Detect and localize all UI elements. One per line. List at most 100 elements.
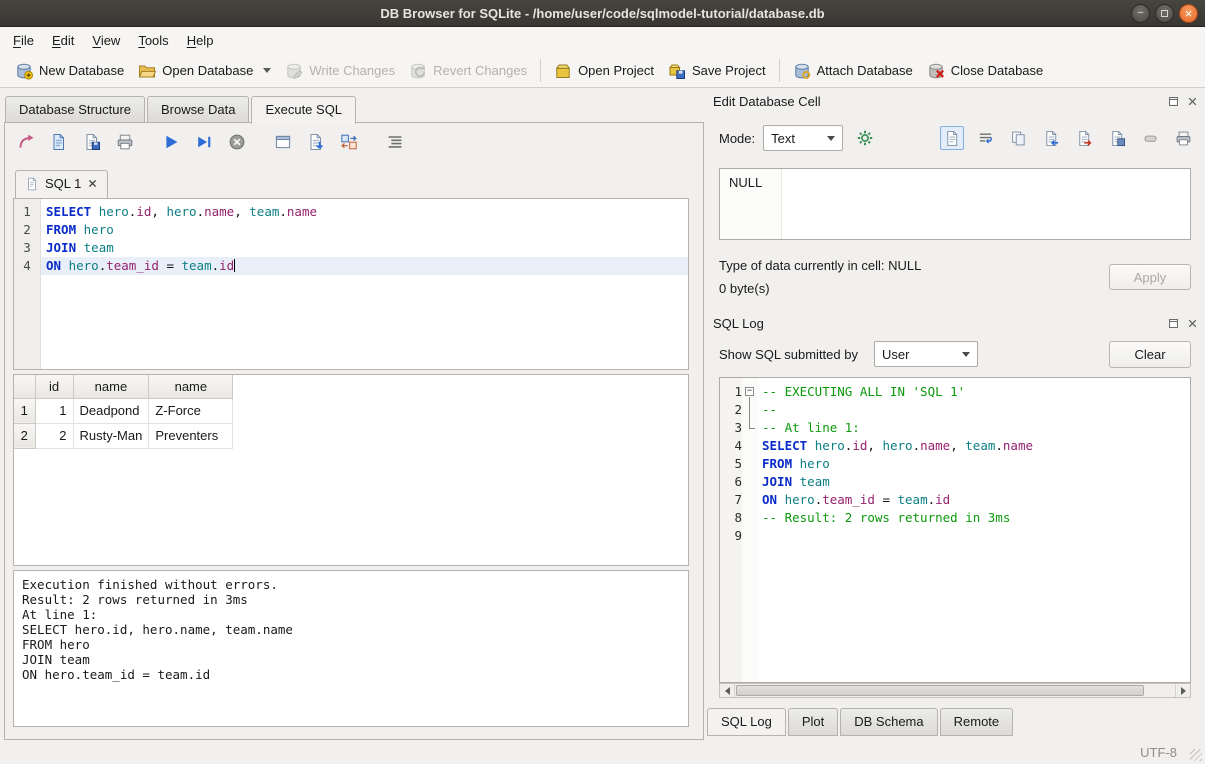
menu-view[interactable]: View (83, 29, 129, 52)
log-line: -- Result: 2 rows returned in 3ms (758, 509, 1190, 527)
apply-button[interactable]: Apply (1109, 264, 1191, 290)
bottom-tab-remote[interactable]: Remote (940, 708, 1014, 736)
tab-browse-data[interactable]: Browse Data (147, 96, 249, 123)
scrollbar-track[interactable] (1145, 684, 1175, 697)
sql-log-title: SQL Log (713, 316, 1161, 331)
toolbar-save-project[interactable]: Save Project (661, 58, 773, 84)
log-line: -- (758, 401, 1190, 419)
menu-edit[interactable]: Edit (43, 29, 83, 52)
copy-button[interactable] (1006, 126, 1030, 150)
editor-line[interactable]: SELECT hero.id, hero.name, team.name (41, 203, 688, 221)
tab-close-icon[interactable] (87, 178, 98, 189)
new-window-button[interactable] (270, 129, 296, 155)
cell-icon-row (940, 126, 1195, 150)
toolbar-open-project[interactable]: Open Project (547, 58, 661, 84)
table-cell[interactable]: 2 (35, 423, 73, 448)
sql-tab[interactable]: SQL 1 (15, 170, 108, 198)
panel-close-icon[interactable] (1186, 317, 1199, 330)
menu-help[interactable]: Help (178, 29, 223, 52)
execute-all-icon (162, 133, 180, 151)
editor-line[interactable]: JOIN team (41, 239, 688, 257)
export-button[interactable] (1072, 126, 1096, 150)
editor-code[interactable]: SELECT hero.id, hero.name, team.nameFROM… (41, 199, 688, 369)
save-results-icon (307, 133, 325, 151)
chevron-down-icon (962, 352, 970, 357)
import-button[interactable] (1039, 126, 1063, 150)
toolbar-close-database[interactable]: Close Database (920, 58, 1051, 84)
sql-log-view[interactable]: 123456789 − -- EXECUTING ALL IN 'SQL 1'-… (719, 377, 1191, 683)
sql-log-header: SQL Log (713, 316, 1199, 331)
toolbar-new-database[interactable]: New Database (8, 58, 131, 84)
apply-format-button[interactable] (851, 125, 879, 151)
table-cell[interactable]: 1 (35, 398, 73, 423)
print-cell-button[interactable] (1171, 126, 1195, 150)
editor-line[interactable]: FROM hero (41, 221, 688, 239)
dropdown-arrow-icon[interactable] (263, 68, 271, 73)
scroll-right-icon[interactable] (1175, 684, 1190, 697)
bottom-tab-plot[interactable]: Plot (788, 708, 838, 736)
table-row[interactable]: 11DeadpondZ-Force (14, 398, 233, 423)
stop-button[interactable] (224, 129, 250, 155)
save-as-button[interactable] (1105, 126, 1129, 150)
undock-icon[interactable] (1167, 95, 1180, 108)
save-file-button[interactable] (79, 129, 105, 155)
maximize-button[interactable] (1155, 4, 1174, 23)
editor-line-numbers: 1234 (14, 199, 41, 369)
cell-editor[interactable]: NULL (719, 168, 1191, 240)
row-number[interactable]: 1 (14, 398, 35, 423)
tab-execute-sql[interactable]: Execute SQL (251, 96, 356, 124)
menu-file[interactable]: File (4, 29, 43, 52)
fold-toggle-icon[interactable]: − (745, 387, 754, 396)
tab-database-structure[interactable]: Database Structure (5, 96, 145, 123)
submitter-select[interactable]: User (874, 341, 978, 367)
open-file-button[interactable] (46, 129, 72, 155)
mode-select[interactable]: Text (763, 125, 843, 151)
write-changes-icon (285, 62, 303, 80)
scroll-left-icon[interactable] (720, 684, 735, 697)
right-panel: Edit Database Cell Mode: Text NULL T (707, 88, 1205, 740)
table-cell[interactable]: Rusty-Man (73, 423, 149, 448)
toolbar-attach-database[interactable]: Attach Database (786, 58, 920, 84)
save-as-icon (1109, 130, 1126, 147)
editor-line[interactable]: ON hero.team_id = team.id (41, 257, 688, 275)
submitter-value: User (882, 347, 909, 362)
log-line: JOIN team (758, 473, 1190, 491)
minimize-button[interactable]: − (1131, 4, 1150, 23)
close-button[interactable]: × (1179, 4, 1198, 23)
clear-button[interactable]: Clear (1109, 341, 1191, 368)
bottom-tab-sql-log[interactable]: SQL Log (707, 708, 786, 736)
log-line: -- At line 1: (758, 419, 1190, 437)
save-results-button[interactable] (303, 129, 329, 155)
menu-tools[interactable]: Tools (129, 29, 177, 52)
open-in-tab-button[interactable] (13, 129, 39, 155)
auto-format-button[interactable] (382, 129, 408, 155)
horizontal-scrollbar[interactable] (719, 683, 1191, 698)
panel-close-icon[interactable] (1186, 95, 1199, 108)
table-cell[interactable]: Z-Force (149, 398, 233, 423)
find-replace-button[interactable] (336, 129, 362, 155)
word-wrap-button[interactable] (973, 126, 997, 150)
table-row[interactable]: 22Rusty-ManPreventers (14, 423, 233, 448)
window-title: DB Browser for SQLite - /home/user/code/… (0, 6, 1205, 21)
undock-icon[interactable] (1167, 317, 1180, 330)
table-cell[interactable]: Preventers (149, 423, 233, 448)
bottom-tab-db-schema[interactable]: DB Schema (840, 708, 937, 736)
text-view-button[interactable] (940, 126, 964, 150)
titlebar[interactable]: DB Browser for SQLite - /home/user/code/… (0, 0, 1205, 27)
execute-current-line-button[interactable] (191, 129, 217, 155)
sql-editor[interactable]: 1234 SELECT hero.id, hero.name, team.nam… (13, 198, 689, 370)
results-grid[interactable]: idnamename11DeadpondZ-Force22Rusty-ManPr… (13, 374, 689, 566)
log-code: -- EXECUTING ALL IN 'SQL 1'---- At line … (758, 378, 1190, 682)
print-button[interactable] (112, 129, 138, 155)
set-null-button[interactable] (1138, 126, 1162, 150)
copy-icon (1010, 130, 1027, 147)
execution-log[interactable]: Execution finished without errors. Resul… (13, 570, 689, 727)
toolbar-open-database[interactable]: Open Database (131, 58, 278, 84)
table-cell[interactable]: Deadpond (73, 398, 149, 423)
row-number[interactable]: 2 (14, 423, 35, 448)
column-header[interactable]: id (35, 375, 73, 398)
execute-all-button[interactable] (158, 129, 184, 155)
column-header[interactable]: name (73, 375, 149, 398)
scrollbar-thumb[interactable] (736, 685, 1144, 696)
column-header[interactable]: name (149, 375, 233, 398)
